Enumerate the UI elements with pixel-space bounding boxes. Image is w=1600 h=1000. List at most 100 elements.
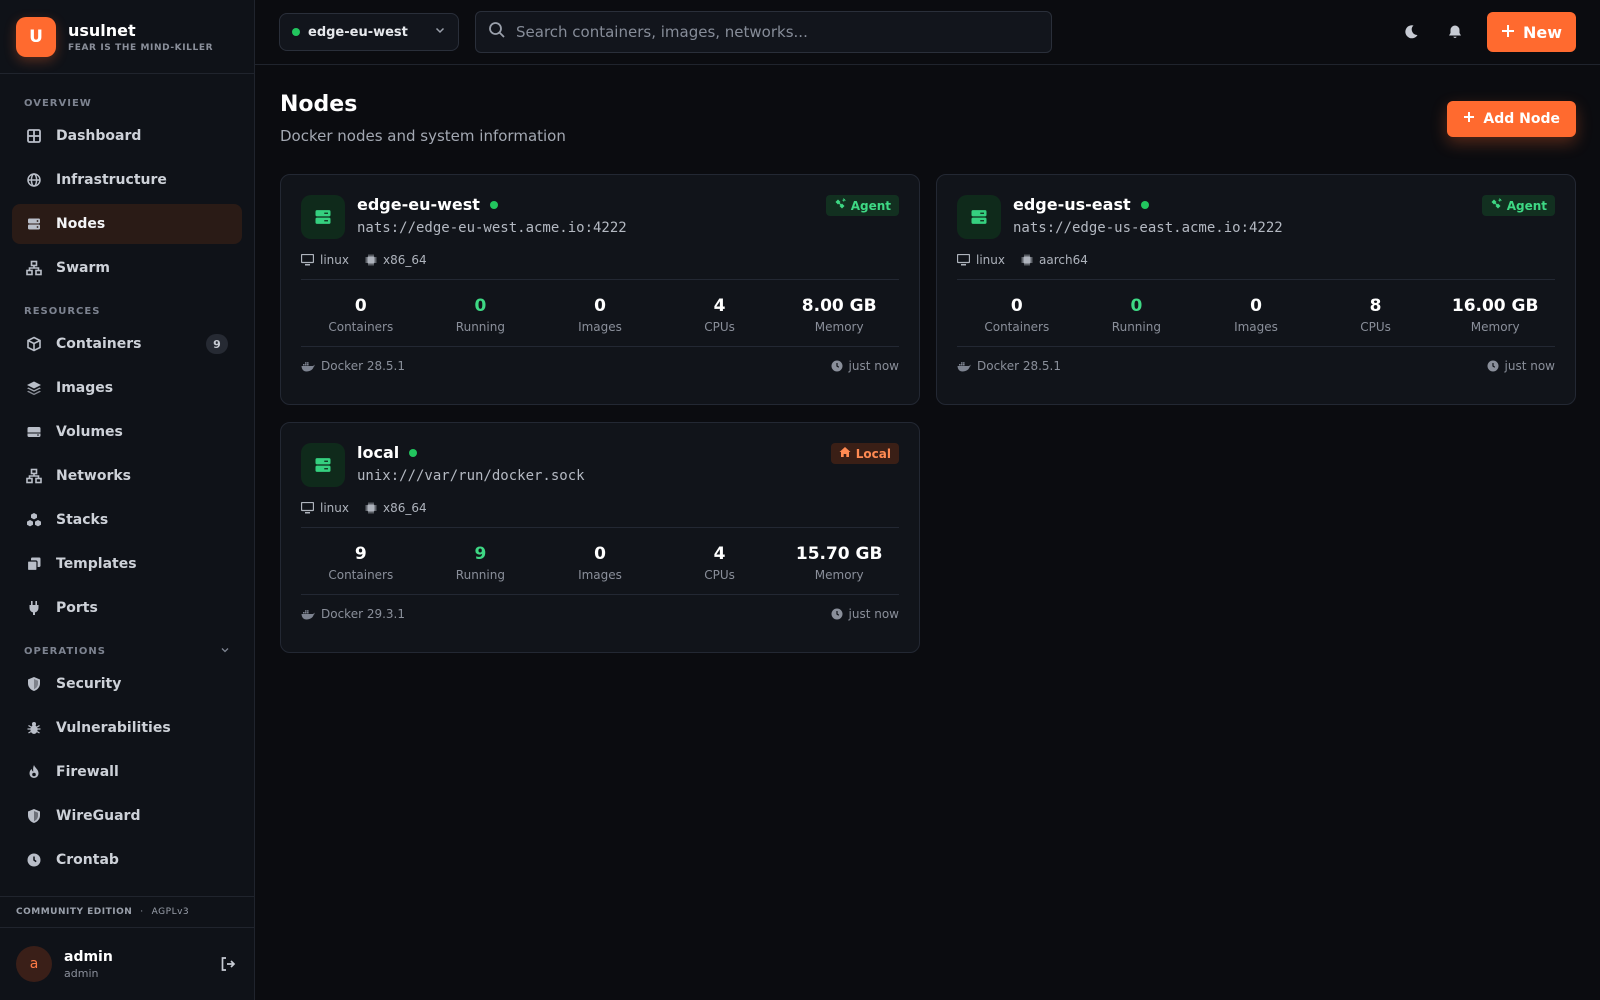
chip-icon: [1021, 254, 1033, 266]
sidebar-item-vulnerabilities[interactable]: Vulnerabilities: [12, 708, 242, 748]
node-selector[interactable]: edge-eu-west: [279, 13, 459, 51]
node-stats: 0 Containers 0 Running 0 Images 8 CPUs 16.00…: [957, 292, 1555, 334]
sidebar-item-ports[interactable]: Ports: [12, 588, 242, 628]
section-operations[interactable]: OPERATIONS: [12, 632, 242, 664]
agent-badge: Agent: [1481, 195, 1555, 216]
stat-images: 0 Images: [540, 544, 660, 582]
sidebar-item-label: Firewall: [56, 764, 119, 780]
clock-icon: [1487, 360, 1499, 372]
fire-icon: [26, 764, 42, 780]
stat-label: Memory: [814, 320, 864, 334]
last-updated: just now: [831, 607, 899, 621]
section-title: OVERVIEW: [24, 97, 92, 109]
theme-toggle-moon-icon[interactable]: [1393, 14, 1429, 50]
node-card-edge-us-east[interactable]: edge-us-east nats://edge-us-east.acme.io…: [936, 174, 1576, 405]
divider: [301, 594, 899, 595]
search-input[interactable]: [516, 23, 1039, 41]
docker-version-label: Docker 28.5.1: [977, 359, 1061, 373]
sidebar-item-infrastructure[interactable]: Infrastructure: [12, 160, 242, 200]
user-panel: a admin admin: [0, 928, 254, 1000]
docker-whale-icon: [957, 361, 971, 371]
stat-value: 8: [1369, 296, 1382, 316]
sidebar-item-label: Networks: [56, 468, 132, 484]
sidebar-item-stacks[interactable]: Stacks: [12, 500, 242, 540]
search-box[interactable]: [475, 11, 1052, 53]
clock-icon: [26, 852, 42, 868]
brand-name: usulnet: [68, 20, 136, 40]
online-status-dot: [1140, 200, 1149, 209]
clock-icon: [831, 360, 843, 372]
stat-memory: 8.00 GB Memory: [779, 296, 899, 334]
section-title: OPERATIONS: [24, 645, 106, 657]
stat-label: Containers: [984, 320, 1050, 334]
edition-name: COMMUNITY EDITION: [16, 907, 133, 917]
bug-icon: [26, 720, 42, 736]
node-card-edge-eu-west[interactable]: edge-eu-west nats://edge-eu-west.acme.io…: [280, 174, 920, 405]
new-button[interactable]: New: [1486, 12, 1576, 52]
node-name[interactable]: edge-us-east: [1013, 195, 1131, 214]
sidebar-item-wireguard[interactable]: WireGuard: [12, 796, 242, 836]
docker-whale-icon: [301, 609, 315, 619]
satellite-icon: [1490, 198, 1502, 213]
shield-icon: [26, 676, 42, 692]
stat-label: Running: [455, 568, 505, 582]
divider: [301, 527, 899, 528]
node-name[interactable]: edge-eu-west: [357, 195, 480, 214]
last-updated-label: just now: [1504, 359, 1555, 373]
local-badge-label: Local: [855, 446, 891, 461]
stat-containers: 0 Containers: [957, 296, 1077, 334]
stat-value: 0: [594, 296, 606, 316]
sidebar-item-nodes[interactable]: Nodes: [12, 204, 242, 244]
user-name: admin: [64, 948, 113, 965]
sidebar-item-swarm[interactable]: Swarm: [12, 248, 242, 288]
shield-half-icon: [26, 808, 42, 824]
logout-icon[interactable]: [218, 954, 238, 974]
stat-label: Images: [578, 320, 622, 334]
sidebar-nav: OVERVIEW Dashboard Infrastructure Nodes …: [0, 74, 254, 880]
new-button-label: New: [1522, 22, 1562, 42]
os-spec: linux: [301, 253, 349, 267]
sidebar-item-dashboard[interactable]: Dashboard: [12, 116, 242, 156]
stat-label: CPUs: [704, 568, 735, 582]
sidebar: U usulnet FEAR IS THE MIND-KILLER OVERVI…: [0, 0, 255, 1000]
sidebar-item-containers[interactable]: Containers 9: [12, 324, 242, 364]
agent-badge: Agent: [825, 195, 899, 216]
sidebar-item-crontab[interactable]: Crontab: [12, 840, 242, 880]
stat-value: 15.70 GB: [795, 544, 883, 564]
add-node-button[interactable]: Add Node: [1447, 101, 1576, 137]
stat-value: 0: [1130, 296, 1143, 316]
sidebar-item-security[interactable]: Security: [12, 664, 242, 704]
sidebar-item-images[interactable]: Images: [12, 368, 242, 408]
sidebar-item-networks[interactable]: Networks: [12, 456, 242, 496]
node-stats: 0 Containers 0 Running 0 Images 4 CPUs 8.00 …: [301, 292, 899, 334]
notifications-bell-icon[interactable]: [1437, 14, 1473, 50]
stat-value: 0: [354, 296, 367, 316]
agent-badge-label: Agent: [1506, 198, 1547, 213]
clock-icon: [831, 608, 843, 620]
os-spec: linux: [957, 253, 1005, 267]
sidebar-item-firewall[interactable]: Firewall: [12, 752, 242, 792]
sidebar-item-templates[interactable]: Templates: [12, 544, 242, 584]
brand-tagline: FEAR IS THE MIND-KILLER: [68, 42, 214, 53]
node-name[interactable]: local: [357, 443, 399, 462]
sidebar-item-label: Images: [56, 380, 114, 396]
node-url: nats://edge-us-east.acme.io:4222: [1013, 220, 1283, 236]
add-node-label: Add Node: [1483, 111, 1560, 127]
separator: ·: [140, 907, 144, 917]
arch-spec: x86_64: [365, 253, 427, 267]
stat-running: 9 Running: [421, 544, 541, 582]
last-updated-label: just now: [848, 607, 899, 621]
avatar[interactable]: a: [16, 946, 52, 982]
grid-icon: [26, 128, 42, 144]
node-card-local[interactable]: local unix:///var/run/docker.sock Local …: [280, 422, 920, 653]
sidebar-item-volumes[interactable]: Volumes: [12, 412, 242, 452]
sidebar-item-label: Crontab: [56, 852, 119, 868]
os-spec: linux: [301, 501, 349, 515]
monitor-icon: [957, 254, 970, 266]
brand[interactable]: U usulnet FEAR IS THE MIND-KILLER: [0, 0, 254, 74]
server-icon: [301, 443, 345, 487]
sitemap-icon: [26, 260, 42, 276]
sidebar-item-label: Containers: [56, 336, 142, 352]
node-url: nats://edge-eu-west.acme.io:4222: [357, 220, 627, 236]
node-selector-value: edge-eu-west: [308, 24, 408, 40]
